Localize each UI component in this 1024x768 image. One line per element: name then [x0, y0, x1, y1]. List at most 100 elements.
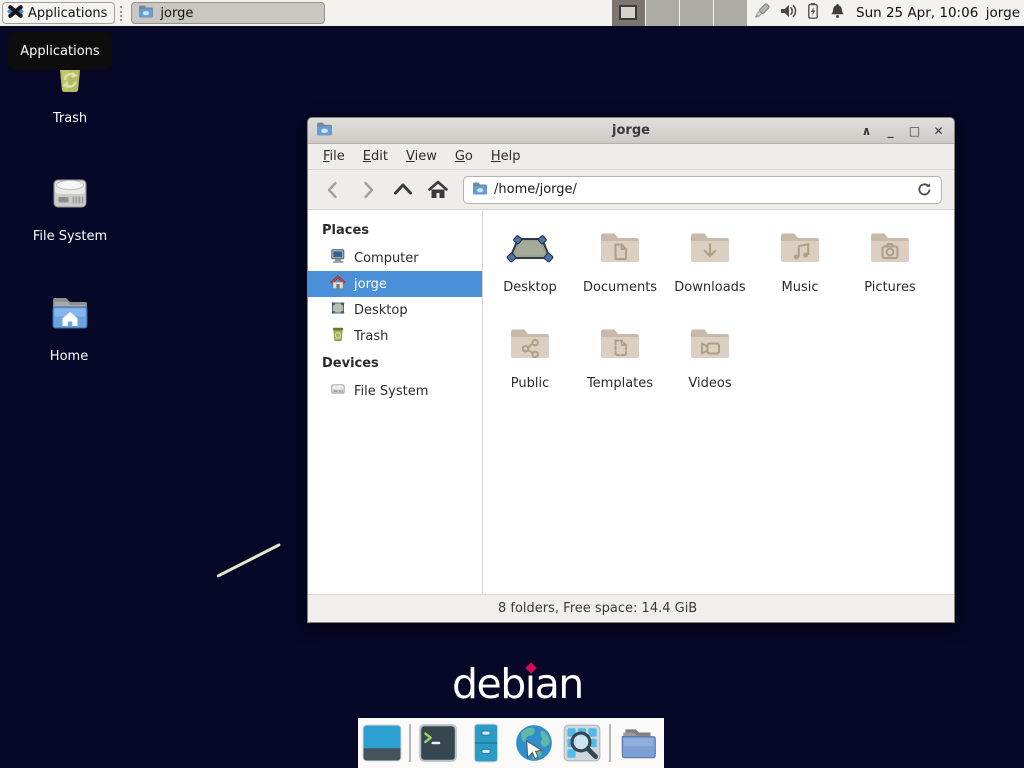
- applications-menu-label: Applications: [28, 6, 107, 21]
- location-bar[interactable]: /home/jorge/: [463, 176, 942, 204]
- workspace-3[interactable]: [680, 0, 714, 26]
- file-item-templates[interactable]: Templates: [575, 320, 665, 416]
- terminal-icon[interactable]: [417, 722, 459, 764]
- maximize-button[interactable]: □: [907, 124, 922, 138]
- forward-button[interactable]: [353, 176, 383, 204]
- dock-separator: [409, 724, 411, 762]
- file-label: Pictures: [864, 280, 915, 295]
- toolbar: /home/jorge/: [308, 170, 954, 210]
- file-item-public[interactable]: Public: [485, 320, 575, 416]
- file-item-desktop[interactable]: Desktop: [485, 224, 575, 320]
- downloads-folder-icon: [686, 224, 734, 276]
- app-finder-icon[interactable]: [561, 722, 603, 764]
- tooltip-text: Applications: [20, 44, 99, 59]
- file-label: Videos: [688, 376, 731, 391]
- desktop-icon-label: Trash: [53, 111, 87, 126]
- sidebar-devices-header: Devices: [308, 349, 482, 378]
- sidebar-item-label: Trash: [354, 329, 388, 344]
- hard-drive-icon: [46, 170, 94, 222]
- panel-clock[interactable]: Sun 25 Apr, 10:06: [856, 0, 978, 26]
- window-titlebar[interactable]: jorge ∧ _ □ ✕: [308, 118, 954, 144]
- folder-window-icon: [138, 3, 154, 23]
- sidebar-item-label: jorge: [354, 277, 387, 292]
- file-item-pictures[interactable]: Pictures: [845, 224, 935, 320]
- sidebar-places-header: Places: [308, 216, 482, 245]
- applications-menu-button[interactable]: Applications: [2, 2, 115, 24]
- file-label: Public: [511, 376, 549, 391]
- desktop-icon-home[interactable]: Home: [21, 290, 117, 364]
- volume-icon[interactable]: [779, 2, 797, 24]
- workspace-switcher: [612, 0, 748, 26]
- drive-icon: [330, 381, 346, 401]
- notifications-bell-icon[interactable]: [829, 2, 846, 24]
- menu-file[interactable]: File: [314, 146, 354, 167]
- window-controls: ∧ _ □ ✕: [859, 124, 946, 138]
- desktop-icon-label: File System: [33, 229, 107, 244]
- taskbar-window-button[interactable]: jorge: [131, 2, 325, 24]
- stylus-icon[interactable]: [752, 2, 771, 25]
- sidebar-item-file-system[interactable]: File System: [308, 378, 482, 404]
- shade-button[interactable]: ∧: [859, 124, 874, 138]
- music-folder-icon: [776, 224, 824, 276]
- desktop-icon-label: Home: [50, 349, 88, 364]
- xfce-applications-icon: [7, 3, 24, 24]
- workspace-4[interactable]: [714, 0, 748, 26]
- public-folder-icon: [506, 320, 554, 372]
- computer-icon: [330, 248, 346, 268]
- file-manager-window: jorge ∧ _ □ ✕ File Edit View Go Help: [307, 117, 955, 623]
- desktop-icon: [330, 300, 346, 320]
- minimize-button[interactable]: _: [883, 124, 898, 138]
- file-view: Desktop Documents Downloads: [483, 210, 954, 594]
- scratch-mark: [216, 543, 281, 578]
- system-tray: [752, 0, 846, 26]
- file-item-downloads[interactable]: Downloads: [665, 224, 755, 320]
- desktop-surface-icon: [506, 224, 554, 276]
- menu-view[interactable]: View: [397, 146, 446, 167]
- close-button[interactable]: ✕: [931, 124, 946, 138]
- file-label: Desktop: [503, 280, 557, 295]
- menu-edit[interactable]: Edit: [354, 146, 397, 167]
- sidebar-item-label: File System: [354, 384, 428, 399]
- taskbar-window-label: jorge: [160, 6, 193, 21]
- back-button[interactable]: [318, 176, 348, 204]
- file-cabinet-icon[interactable]: [465, 722, 507, 764]
- menu-help[interactable]: Help: [482, 146, 530, 167]
- menu-go[interactable]: Go: [446, 146, 482, 167]
- sidebar-item-desktop[interactable]: Desktop: [308, 297, 482, 323]
- file-item-videos[interactable]: Videos: [665, 320, 755, 416]
- path-folder-icon: [472, 180, 488, 200]
- sidebar-item-computer[interactable]: Computer: [308, 245, 482, 271]
- trash-icon: [330, 326, 346, 346]
- show-desktop-icon[interactable]: [361, 722, 403, 764]
- sidebar-item-label: Desktop: [354, 303, 408, 318]
- logo-text: deb: [452, 660, 525, 708]
- desktop-icon-file-system[interactable]: File System: [22, 170, 118, 244]
- web-browser-icon[interactable]: [513, 722, 555, 764]
- window-content: Places Computer jorge Desktop: [308, 210, 954, 594]
- session-user-label[interactable]: jorge: [986, 0, 1020, 26]
- battery-charging-icon[interactable]: [805, 2, 821, 24]
- up-button[interactable]: [388, 176, 418, 204]
- sidebar-item-jorge[interactable]: jorge: [308, 271, 482, 297]
- menu-bar: File Edit View Go Help: [308, 144, 954, 170]
- home-button[interactable]: [423, 176, 453, 204]
- top-panel: Applications jorge Sun 25 Apr, 10:06 jor…: [0, 0, 1024, 26]
- window-title: jorge: [308, 123, 954, 138]
- panel-handle[interactable]: [120, 6, 126, 21]
- workspace-2[interactable]: [646, 0, 680, 26]
- home-folder-icon: [45, 290, 93, 342]
- file-item-music[interactable]: Music: [755, 224, 845, 320]
- logo-i: ı: [525, 660, 535, 708]
- reload-button[interactable]: [916, 181, 933, 198]
- status-bar: 8 folders, Free space: 14.4 GiB: [308, 594, 954, 622]
- current-path[interactable]: /home/jorge/: [494, 182, 577, 197]
- debian-wordmark: debıan: [452, 660, 583, 708]
- videos-folder-icon: [686, 320, 734, 372]
- sidebar-item-trash[interactable]: Trash: [308, 323, 482, 349]
- file-item-documents[interactable]: Documents: [575, 224, 665, 320]
- file-label: Music: [782, 280, 819, 295]
- file-manager-icon[interactable]: [617, 722, 659, 764]
- workspace-1[interactable]: [612, 0, 646, 26]
- applications-tooltip: Applications: [8, 32, 112, 70]
- sidebar-item-label: Computer: [354, 251, 419, 266]
